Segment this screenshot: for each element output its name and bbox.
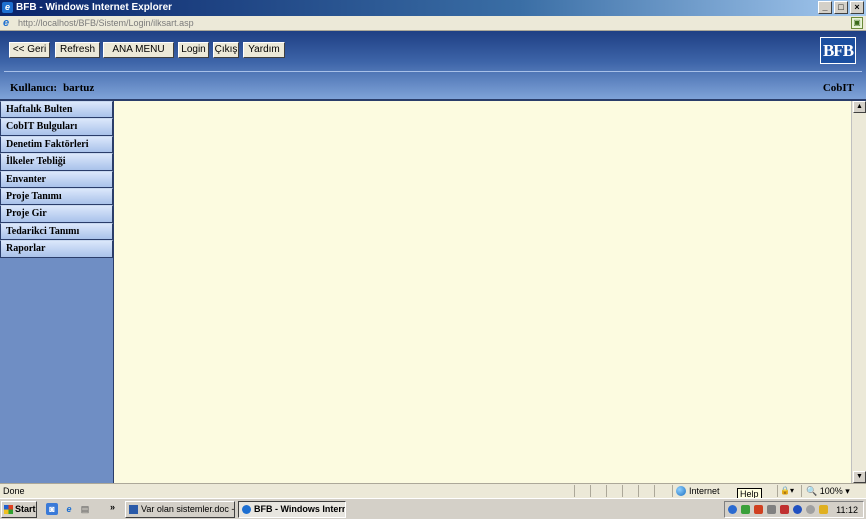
volume-icon[interactable]: [767, 505, 776, 514]
taskbar: Start ◙ e ▤ » Var olan sistemler.doc - .…: [0, 498, 866, 519]
help-button[interactable]: Yardım: [243, 42, 285, 58]
login-button[interactable]: Login: [178, 42, 209, 58]
bluetooth-icon[interactable]: [793, 505, 802, 514]
protected-mode-icon[interactable]: 🔒▾: [777, 485, 797, 497]
sidebar-item-proje-gir[interactable]: Proje Gir: [0, 205, 113, 223]
window-title-bar: e BFB - Windows Internet Explorer _ □ ×: [0, 0, 866, 16]
ie-page-icon: e: [3, 17, 10, 29]
globe-icon: [676, 486, 686, 496]
sidebar-item-envanter[interactable]: Envanter: [0, 170, 113, 188]
clock[interactable]: 11:12: [836, 504, 858, 516]
user-info: Kullanıcı: bartuz: [10, 82, 94, 94]
sidebar-item-haftalik-bulten[interactable]: Haftalık Bulten: [0, 101, 113, 119]
quicklaunch-chevron-icon[interactable]: »: [110, 502, 115, 512]
start-button[interactable]: Start: [1, 501, 37, 518]
sidebar-menu: Haftalık Bulten CobIT Bulguları Denetim …: [0, 101, 114, 483]
security-icon[interactable]: [754, 505, 763, 514]
scroll-down-icon[interactable]: ▼: [853, 471, 866, 483]
antivirus-icon[interactable]: [780, 505, 789, 514]
ie-icon: [242, 505, 251, 514]
word-icon: [129, 505, 138, 514]
address-url[interactable]: http://localhost/BFB/Sistem/Login/ilksar…: [18, 16, 194, 30]
start-label: Start: [15, 504, 36, 514]
system-tray: 11:12: [724, 501, 864, 518]
module-name: CobIT: [822, 82, 854, 94]
window-title: BFB - Windows Internet Explorer: [16, 2, 173, 13]
maximize-button[interactable]: □: [834, 1, 848, 14]
scroll-up-icon[interactable]: ▲: [853, 101, 866, 113]
sidebar-item-cobit-bulgulari[interactable]: CobIT Bulguları: [0, 118, 113, 136]
sidebar-item-raporlar[interactable]: Raporlar: [0, 240, 113, 258]
zoom-level: 100%: [819, 486, 843, 496]
task-label: BFB - Windows Intern...: [254, 504, 346, 514]
ie-icon: e: [2, 2, 13, 13]
ie-quicklaunch-icon[interactable]: e: [63, 503, 75, 515]
back-button[interactable]: << Geri: [9, 42, 50, 58]
help-icon[interactable]: [728, 505, 737, 514]
zoom-control[interactable]: 🔍 100% ▾: [801, 485, 861, 497]
windows-logo-icon: [4, 505, 13, 514]
user-label: Kullanıcı:: [10, 82, 58, 94]
taskbar-item-word[interactable]: Var olan sistemler.doc - ...: [125, 501, 235, 518]
logout-button[interactable]: Çıkış: [213, 42, 239, 58]
bfb-logo: BFB: [820, 37, 856, 64]
address-bar[interactable]: e http://localhost/BFB/Sistem/Login/ilks…: [0, 16, 866, 31]
show-desktop-icon[interactable]: ◙: [46, 503, 58, 515]
sidebar-item-proje-tanimi[interactable]: Proje Tanımı: [0, 187, 113, 206]
notification-icon[interactable]: [819, 505, 828, 514]
app-header: << Geri Refresh ANA MENU Login Çıkış Yar…: [0, 31, 866, 101]
refresh-button[interactable]: Refresh: [55, 42, 100, 58]
vertical-scrollbar[interactable]: ▲ ▼: [851, 101, 866, 483]
main-content-area: [115, 101, 851, 483]
task-label: Var olan sistemler.doc - ...: [141, 504, 235, 514]
status-text: Done: [3, 486, 25, 496]
sync-icon[interactable]: [806, 505, 815, 514]
zoom-icon: 🔍: [806, 486, 818, 496]
header-divider: [4, 71, 862, 72]
sidebar-item-tedarikci-tanimi[interactable]: Tedarikci Tanımı: [0, 222, 113, 241]
status-cells: [574, 485, 670, 497]
user-name: bartuz: [63, 82, 95, 94]
taskbar-item-ie[interactable]: BFB - Windows Intern...: [238, 501, 346, 518]
close-button[interactable]: ×: [850, 1, 864, 14]
network-icon[interactable]: [741, 505, 750, 514]
folder-quicklaunch-icon[interactable]: ▤: [79, 503, 91, 515]
minimize-button[interactable]: _: [818, 1, 832, 14]
sidebar-item-denetim-faktorleri[interactable]: Denetim Faktörleri: [0, 135, 113, 154]
sidebar-item-ilkeler-tebligi[interactable]: İlkeler Tebliği: [0, 153, 113, 171]
main-menu-button[interactable]: ANA MENU: [103, 42, 174, 58]
compat-icon[interactable]: ▣: [851, 17, 863, 29]
page-frame: << Geri Refresh ANA MENU Login Çıkış Yar…: [0, 31, 866, 483]
zone-label: Internet: [689, 486, 720, 496]
